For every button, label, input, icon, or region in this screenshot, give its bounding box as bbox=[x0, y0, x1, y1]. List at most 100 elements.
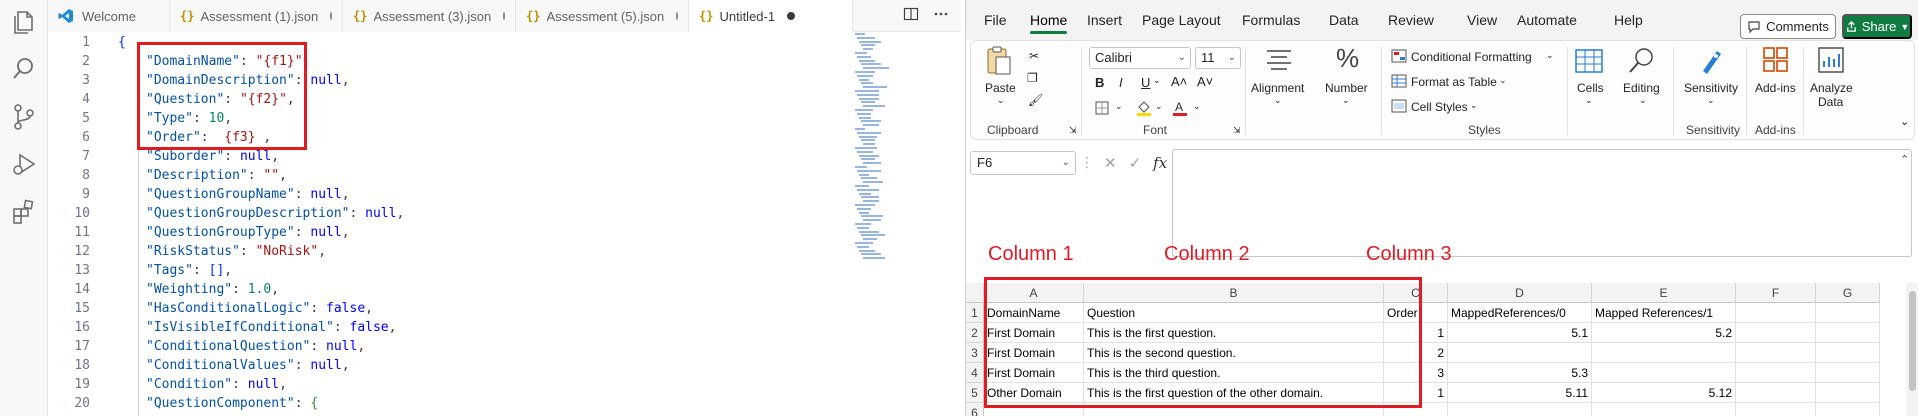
unsaved-dot-icon[interactable] bbox=[330, 12, 332, 20]
editing-button[interactable]: Editing bbox=[1623, 81, 1660, 95]
format-as-table-icon[interactable] bbox=[1391, 74, 1407, 88]
cell[interactable] bbox=[1736, 303, 1816, 323]
row-header[interactable]: 4 bbox=[966, 363, 984, 383]
more-options-icon[interactable]: ⋮ bbox=[1080, 154, 1094, 171]
code-line[interactable]: 19 "Condition": null, bbox=[48, 375, 948, 394]
font-size-select[interactable]: 11 ⌄ bbox=[1195, 47, 1241, 69]
row-header[interactable]: 2 bbox=[966, 323, 984, 343]
menu-tab-help[interactable]: Help bbox=[1614, 0, 1643, 40]
unsaved-dot-icon[interactable] bbox=[787, 12, 796, 20]
code-line[interactable]: 17 "ConditionalQuestion": null, bbox=[48, 337, 948, 356]
minimap[interactable] bbox=[855, 33, 895, 263]
cell[interactable] bbox=[1816, 383, 1880, 403]
underline-button[interactable]: U bbox=[1141, 75, 1150, 90]
cell[interactable]: 5.11 bbox=[1448, 383, 1592, 403]
cell[interactable]: 5.1 bbox=[1448, 323, 1592, 343]
column-header[interactable]: F bbox=[1736, 283, 1816, 303]
cell[interactable] bbox=[1736, 383, 1816, 403]
alignment-icon[interactable] bbox=[1264, 47, 1294, 73]
run-debug-icon[interactable] bbox=[10, 150, 38, 178]
copy-icon[interactable]: ❐ bbox=[1027, 71, 1038, 85]
menu-tab-automate[interactable]: Automate bbox=[1517, 0, 1577, 40]
insert-function-button[interactable]: fx bbox=[1153, 154, 1167, 172]
column-header[interactable]: E bbox=[1592, 283, 1736, 303]
select-all-corner[interactable] bbox=[966, 283, 984, 303]
cell[interactable] bbox=[1736, 343, 1816, 363]
chevron-down-icon[interactable]: ⌄ bbox=[1585, 95, 1593, 106]
extensions-icon[interactable] bbox=[10, 198, 38, 226]
cell[interactable]: 5.12 bbox=[1592, 383, 1736, 403]
code-line[interactable]: 9 "QuestionGroupName": null, bbox=[48, 185, 948, 204]
number-button[interactable]: Number bbox=[1325, 81, 1368, 95]
menu-tab-data[interactable]: Data bbox=[1329, 0, 1359, 40]
chevron-down-icon[interactable]: ⌄ bbox=[1193, 101, 1201, 112]
cell[interactable]: Mapped References/1 bbox=[1592, 303, 1736, 323]
cell[interactable] bbox=[1448, 403, 1592, 416]
alignment-button[interactable]: Alignment bbox=[1251, 81, 1304, 95]
cut-icon[interactable]: ✂ bbox=[1029, 49, 1039, 63]
sensitivity-icon[interactable] bbox=[1695, 45, 1727, 77]
format-painter-icon[interactable]: 🖌 bbox=[1028, 93, 1043, 107]
cell[interactable]: MappedReferences/0 bbox=[1448, 303, 1592, 323]
cell[interactable] bbox=[1736, 323, 1816, 343]
cell-styles-button[interactable]: Cell Styles bbox=[1411, 100, 1468, 114]
split-editor-icon[interactable] bbox=[903, 6, 919, 22]
dialog-launcher-icon[interactable]: ⇲ bbox=[1069, 125, 1077, 136]
chevron-down-icon[interactable]: ⌄ bbox=[1707, 95, 1715, 106]
comments-button[interactable]: Comments bbox=[1740, 14, 1836, 39]
code-line[interactable]: 20 "QuestionComponent": { bbox=[48, 394, 948, 413]
menu-tab-formulas[interactable]: Formulas bbox=[1242, 0, 1300, 40]
menu-tab-file[interactable]: File bbox=[984, 0, 1007, 40]
font-name-select[interactable]: Calibri ⌄ bbox=[1089, 47, 1191, 69]
formula-input[interactable] bbox=[1172, 149, 1912, 257]
chevron-down-icon[interactable]: ⌄ bbox=[1639, 95, 1647, 106]
files-explorer-icon[interactable] bbox=[10, 8, 38, 36]
code-line[interactable]: 13 "Tags": [], bbox=[48, 261, 948, 280]
tab-untitled-1[interactable]: {} Untitled-1 bbox=[689, 0, 853, 33]
add-ins-icon[interactable] bbox=[1761, 45, 1791, 75]
code-line[interactable]: 11 "QuestionGroupType": null, bbox=[48, 223, 948, 242]
chevron-down-icon[interactable]: ⌄ bbox=[1342, 95, 1350, 106]
column-header[interactable]: D bbox=[1448, 283, 1592, 303]
add-ins-button[interactable]: Add-ins bbox=[1755, 81, 1796, 95]
cell[interactable] bbox=[1592, 343, 1736, 363]
chevron-down-icon[interactable]: ⌄ bbox=[1062, 152, 1070, 174]
analyze-data-icon[interactable] bbox=[1816, 45, 1846, 75]
chevron-down-icon[interactable]: ⌄ bbox=[1115, 101, 1123, 112]
chevron-up-icon[interactable]: ⌃ bbox=[1900, 153, 1909, 166]
vertical-scrollbar[interactable] bbox=[1906, 283, 1918, 416]
menu-tab-page-layout[interactable]: Page Layout bbox=[1142, 0, 1221, 40]
fill-color-icon[interactable] bbox=[1135, 99, 1153, 117]
menu-tab-view[interactable]: View bbox=[1467, 0, 1497, 40]
percent-icon[interactable]: % bbox=[1336, 43, 1359, 74]
cell[interactable] bbox=[1448, 343, 1592, 363]
conditional-formatting-button[interactable]: Conditional Formatting bbox=[1411, 50, 1532, 64]
column-header[interactable]: G bbox=[1816, 283, 1880, 303]
row-header[interactable]: 3 bbox=[966, 343, 984, 363]
chevron-down-icon[interactable]: ⌄ bbox=[1546, 50, 1554, 61]
collapse-ribbon-icon[interactable]: ⌄ bbox=[1900, 115, 1909, 128]
code-line[interactable]: 10 "QuestionGroupDescription": null, bbox=[48, 204, 948, 223]
decrease-font-size-button[interactable]: A˅ bbox=[1197, 74, 1213, 89]
menu-tab-insert[interactable]: Insert bbox=[1087, 0, 1122, 40]
row-header[interactable]: 1 bbox=[966, 303, 984, 323]
enter-icon[interactable]: ✓ bbox=[1129, 154, 1142, 172]
cancel-icon[interactable]: ✕ bbox=[1104, 154, 1117, 172]
code-line[interactable]: 14 "Weighting": 1.0, bbox=[48, 280, 948, 299]
code-line[interactable]: 18 "ConditionalValues": null, bbox=[48, 356, 948, 375]
cell[interactable]: 5.2 bbox=[1592, 323, 1736, 343]
analyze-data-button[interactable]: Analyze bbox=[1810, 81, 1853, 95]
italic-button[interactable]: I bbox=[1119, 75, 1123, 90]
cell[interactable] bbox=[1816, 343, 1880, 363]
editing-search-icon[interactable] bbox=[1627, 45, 1657, 77]
cells-icon[interactable] bbox=[1573, 45, 1605, 77]
menu-tab-review[interactable]: Review bbox=[1388, 0, 1434, 40]
unsaved-dot-icon[interactable] bbox=[503, 12, 505, 20]
format-as-table-button[interactable]: Format as Table bbox=[1411, 75, 1497, 89]
scrollbar-thumb[interactable] bbox=[1909, 291, 1916, 391]
cell-styles-icon[interactable] bbox=[1391, 99, 1407, 113]
code-line[interactable]: 16 "IsVisibleIfConditional": false, bbox=[48, 318, 948, 337]
cells-button[interactable]: Cells bbox=[1577, 81, 1604, 95]
cell[interactable] bbox=[1592, 363, 1736, 383]
analyze-data-button-line2[interactable]: Data bbox=[1818, 95, 1843, 109]
